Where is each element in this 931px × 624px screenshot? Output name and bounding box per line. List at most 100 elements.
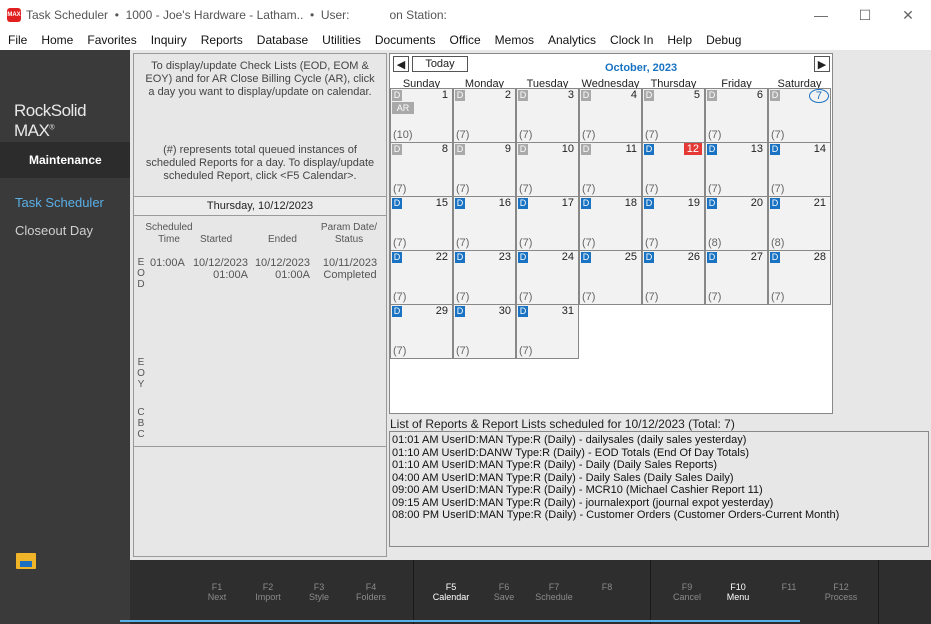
calendar-day[interactable]: D 21 (8) bbox=[768, 196, 831, 251]
eod-badge[interactable]: D bbox=[518, 252, 528, 263]
calendar-day[interactable]: D 15 (7) bbox=[390, 196, 453, 251]
ar-badge[interactable]: AR bbox=[392, 102, 414, 114]
fkey-f3[interactable]: F3 Style bbox=[294, 582, 344, 602]
menu-documents[interactable]: Documents bbox=[375, 33, 436, 47]
calendar-day[interactable]: D 30 (7) bbox=[453, 304, 516, 359]
menu-favorites[interactable]: Favorites bbox=[87, 33, 136, 47]
menu-utilities[interactable]: Utilities bbox=[322, 33, 361, 47]
eod-badge[interactable]: D bbox=[518, 198, 528, 209]
calendar-day[interactable]: D 3 (7) bbox=[516, 88, 579, 143]
fkey-f12[interactable]: F12 Process bbox=[816, 582, 866, 602]
calendar-day[interactable]: D 20 (8) bbox=[705, 196, 768, 251]
sidebar-item-closeout-day[interactable]: Closeout Day bbox=[15, 223, 93, 238]
eod-badge[interactable]: D bbox=[644, 252, 654, 263]
eod-badge[interactable]: D bbox=[518, 144, 528, 155]
eod-badge[interactable]: D bbox=[707, 252, 717, 263]
eod-badge[interactable]: D bbox=[707, 144, 717, 155]
cbc-label[interactable]: CBC bbox=[136, 407, 146, 440]
eod-badge[interactable]: D bbox=[581, 144, 591, 155]
calendar-day[interactable]: D 22 (7) bbox=[390, 250, 453, 305]
menu-memos[interactable]: Memos bbox=[495, 33, 534, 47]
menu-clock-in[interactable]: Clock In bbox=[610, 33, 653, 47]
eod-badge[interactable]: D bbox=[581, 198, 591, 209]
calendar-day[interactable]: D 10 (7) bbox=[516, 142, 579, 197]
calendar-day[interactable]: D 31 (7) bbox=[516, 304, 579, 359]
calendar-day[interactable]: D 18 (7) bbox=[579, 196, 642, 251]
calendar-day[interactable]: D 8 (7) bbox=[390, 142, 453, 197]
calendar-day[interactable]: D 7 (7) bbox=[768, 88, 831, 143]
fkey-f7[interactable]: F7 Schedule bbox=[529, 582, 579, 602]
calendar-day[interactable]: D 9 (7) bbox=[453, 142, 516, 197]
eoy-label[interactable]: EOY bbox=[136, 357, 146, 390]
menu-database[interactable]: Database bbox=[257, 33, 308, 47]
fkey-f10[interactable]: F10 Menu bbox=[713, 582, 763, 602]
eod-badge[interactable]: D bbox=[392, 252, 402, 263]
eod-badge[interactable]: D bbox=[392, 144, 402, 155]
eod-badge[interactable]: D bbox=[581, 252, 591, 263]
menu-home[interactable]: Home bbox=[41, 33, 73, 47]
eod-badge[interactable]: D bbox=[770, 90, 780, 101]
menu-analytics[interactable]: Analytics bbox=[548, 33, 596, 47]
minimize-button[interactable]: — bbox=[798, 0, 844, 30]
menu-office[interactable]: Office bbox=[450, 33, 481, 47]
eod-badge[interactable]: D bbox=[770, 198, 780, 209]
calendar-day[interactable]: D 11 (7) bbox=[579, 142, 642, 197]
eod-badge[interactable]: D bbox=[455, 90, 465, 101]
fkey-f5[interactable]: F5 Calendar bbox=[426, 582, 476, 602]
calendar-day[interactable]: D 25 (7) bbox=[579, 250, 642, 305]
eod-badge[interactable]: D bbox=[644, 198, 654, 209]
eod-badge[interactable]: D bbox=[707, 90, 717, 101]
next-month-button[interactable]: ▶ bbox=[814, 56, 830, 72]
eod-badge[interactable]: D bbox=[392, 198, 402, 209]
maximize-button[interactable]: ☐ bbox=[842, 0, 888, 30]
calendar-day[interactable]: D 5 (7) bbox=[642, 88, 705, 143]
calendar-day[interactable]: D 28 (7) bbox=[768, 250, 831, 305]
calendar-day[interactable]: D 2 (7) bbox=[453, 88, 516, 143]
list-item[interactable]: 01:10 AM UserID:DANW Type:R (Daily) - EO… bbox=[392, 447, 928, 460]
sidebar-item-task-scheduler[interactable]: Task Scheduler bbox=[15, 195, 104, 210]
eod-badge[interactable]: D bbox=[455, 198, 465, 209]
calendar-day[interactable]: D 29 (7) bbox=[390, 304, 453, 359]
eod-badge[interactable]: D bbox=[518, 90, 528, 101]
list-item[interactable]: 01:10 AM UserID:MAN Type:R (Daily) - Dai… bbox=[392, 459, 928, 472]
close-button[interactable]: ✕ bbox=[885, 0, 931, 30]
calendar-day[interactable]: D 24 (7) bbox=[516, 250, 579, 305]
eod-badge[interactable]: D bbox=[455, 144, 465, 155]
list-item[interactable]: 08:00 PM UserID:MAN Type:R (Daily) - Cus… bbox=[392, 509, 928, 522]
menu-help[interactable]: Help bbox=[667, 33, 692, 47]
prev-month-button[interactable]: ◀ bbox=[393, 56, 409, 72]
calendar-day[interactable]: D 19 (7) bbox=[642, 196, 705, 251]
folder-icon[interactable] bbox=[16, 553, 36, 569]
eod-badge[interactable]: D bbox=[770, 252, 780, 263]
eod-badge[interactable]: D bbox=[392, 306, 402, 317]
calendar-day[interactable]: D 6 (7) bbox=[705, 88, 768, 143]
eod-badge[interactable]: D bbox=[455, 252, 465, 263]
today-button[interactable]: Today bbox=[412, 56, 468, 72]
menu-reports[interactable]: Reports bbox=[201, 33, 243, 47]
calendar-day[interactable]: D 13 (7) bbox=[705, 142, 768, 197]
eod-badge[interactable]: D bbox=[644, 90, 654, 101]
fkey-f11[interactable]: F11 bbox=[764, 582, 814, 592]
calendar-day[interactable]: D 4 (7) bbox=[579, 88, 642, 143]
fkey-f6[interactable]: F6 Save bbox=[479, 582, 529, 602]
eod-badge[interactable]: D bbox=[392, 90, 402, 101]
calendar-day[interactable]: D 14 (7) bbox=[768, 142, 831, 197]
menu-debug[interactable]: Debug bbox=[706, 33, 741, 47]
calendar-day[interactable]: D 17 (7) bbox=[516, 196, 579, 251]
eod-badge[interactable]: D bbox=[644, 144, 654, 155]
eod-badge[interactable]: D bbox=[707, 198, 717, 209]
fkey-f1[interactable]: F1 Next bbox=[192, 582, 242, 602]
list-item[interactable]: 01:01 AM UserID:MAN Type:R (Daily) - dai… bbox=[392, 434, 928, 447]
eod-badge[interactable]: D bbox=[518, 306, 528, 317]
calendar-day[interactable]: D 16 (7) bbox=[453, 196, 516, 251]
fkey-f8[interactable]: F8 bbox=[582, 582, 632, 592]
sidebar-section-maintenance[interactable]: Maintenance bbox=[0, 142, 130, 178]
fkey-f9[interactable]: F9 Cancel bbox=[662, 582, 712, 602]
fkey-f2[interactable]: F2 Import bbox=[243, 582, 293, 602]
eod-badge[interactable]: D bbox=[770, 144, 780, 155]
calendar-day[interactable]: D 27 (7) bbox=[705, 250, 768, 305]
calendar-day[interactable]: D 1 AR (10) bbox=[390, 88, 453, 143]
eod-badge[interactable]: D bbox=[581, 90, 591, 101]
list-item[interactable]: 09:00 AM UserID:MAN Type:R (Daily) - MCR… bbox=[392, 484, 928, 497]
fkey-f4[interactable]: F4 Folders bbox=[346, 582, 396, 602]
